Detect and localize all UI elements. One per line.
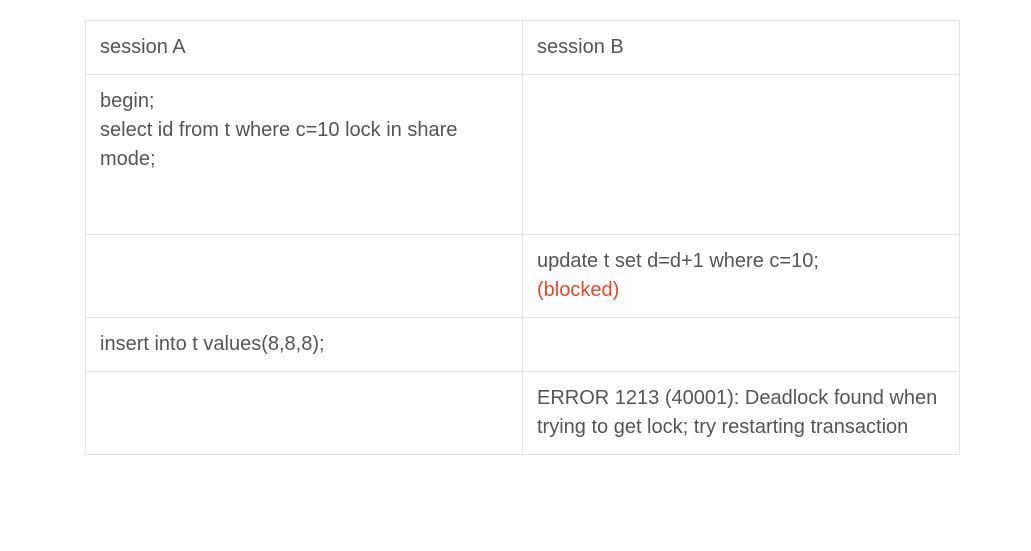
table-row: ERROR 1213 (40001): Deadlock found when … [86, 372, 960, 455]
cell-line: begin; [100, 87, 508, 116]
header-row: session A session B [86, 21, 960, 75]
cell-session-a: insert into t values(8,8,8); [86, 318, 523, 372]
cell-line: insert into t values(8,8,8); [100, 330, 508, 359]
cell-session-b: update t set d=d+1 where c=10;(blocked) [523, 235, 960, 318]
cell-session-b [523, 75, 960, 235]
session-table: session A session B begin;select id from… [85, 20, 960, 455]
blocked-label: (blocked) [537, 276, 945, 305]
cell-line: update t set d=d+1 where c=10; [537, 247, 945, 276]
cell-session-a [86, 235, 523, 318]
cell-line: ERROR 1213 (40001): Deadlock found when … [537, 384, 945, 442]
cell-line: select id from t where c=10 lock in shar… [100, 116, 508, 174]
col-header-session-b: session B [523, 21, 960, 75]
table-row: begin;select id from t where c=10 lock i… [86, 75, 960, 235]
table-row: insert into t values(8,8,8); [86, 318, 960, 372]
session-table-wrap: session A session B begin;select id from… [85, 20, 960, 455]
cell-session-b [523, 318, 960, 372]
cell-session-a [86, 372, 523, 455]
col-header-session-a: session A [86, 21, 523, 75]
table-row: update t set d=d+1 where c=10;(blocked) [86, 235, 960, 318]
cell-session-a: begin;select id from t where c=10 lock i… [86, 75, 523, 235]
cell-session-b: ERROR 1213 (40001): Deadlock found when … [523, 372, 960, 455]
